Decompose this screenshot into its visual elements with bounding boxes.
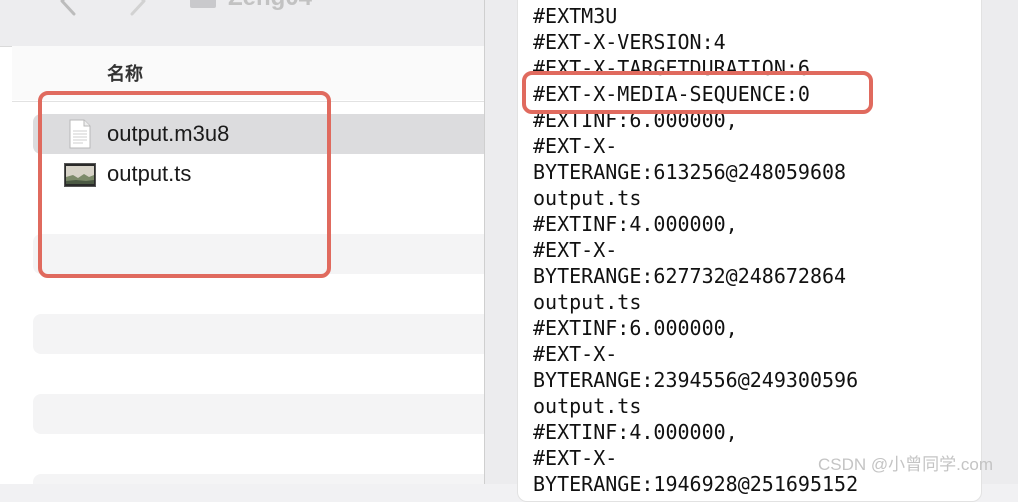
- code-line: #EXT-X-VERSION:4: [533, 30, 726, 54]
- column-header-name[interactable]: 名称: [107, 64, 143, 84]
- code-line: #EXT-X-: [533, 238, 618, 262]
- code-line: output.ts: [533, 186, 642, 210]
- empty-row: [33, 394, 485, 434]
- code-line: #EXTINF:4.000000,: [533, 420, 738, 444]
- empty-row: [33, 314, 485, 354]
- code-line: BYTERANGE:627732@248672864: [533, 264, 847, 288]
- folder-icon: [190, 0, 216, 8]
- forward-arrow-icon[interactable]: [126, 0, 150, 16]
- finder-toolbar: Zeng04: [0, 0, 485, 47]
- code-line: BYTERANGE:1946928@251695152: [533, 472, 859, 496]
- file-list-highlight-box: [38, 91, 331, 278]
- window-title: Zeng04: [228, 0, 312, 10]
- code-line: #EXT-X-: [533, 446, 618, 470]
- media-sequence-highlight-box: [522, 71, 873, 114]
- code-line: output.ts: [533, 290, 642, 314]
- window-divider: [484, 0, 485, 484]
- code-line: BYTERANGE:2394556@249300596: [533, 368, 859, 392]
- back-arrow-icon[interactable]: [56, 0, 80, 16]
- code-line: BYTERANGE:613256@248059608: [533, 160, 847, 184]
- code-line: #EXTINF:6.000000,: [533, 316, 738, 340]
- code-line: #EXT-X-: [533, 134, 618, 158]
- code-line: output.ts: [533, 394, 642, 418]
- watermark: CSDN @小曾同学.com: [818, 455, 993, 474]
- empty-row: [33, 474, 485, 484]
- code-line: #EXTINF:4.000000,: [533, 212, 738, 236]
- code-line: #EXT-X-: [533, 342, 618, 366]
- code-line: #EXTM3U: [533, 4, 618, 28]
